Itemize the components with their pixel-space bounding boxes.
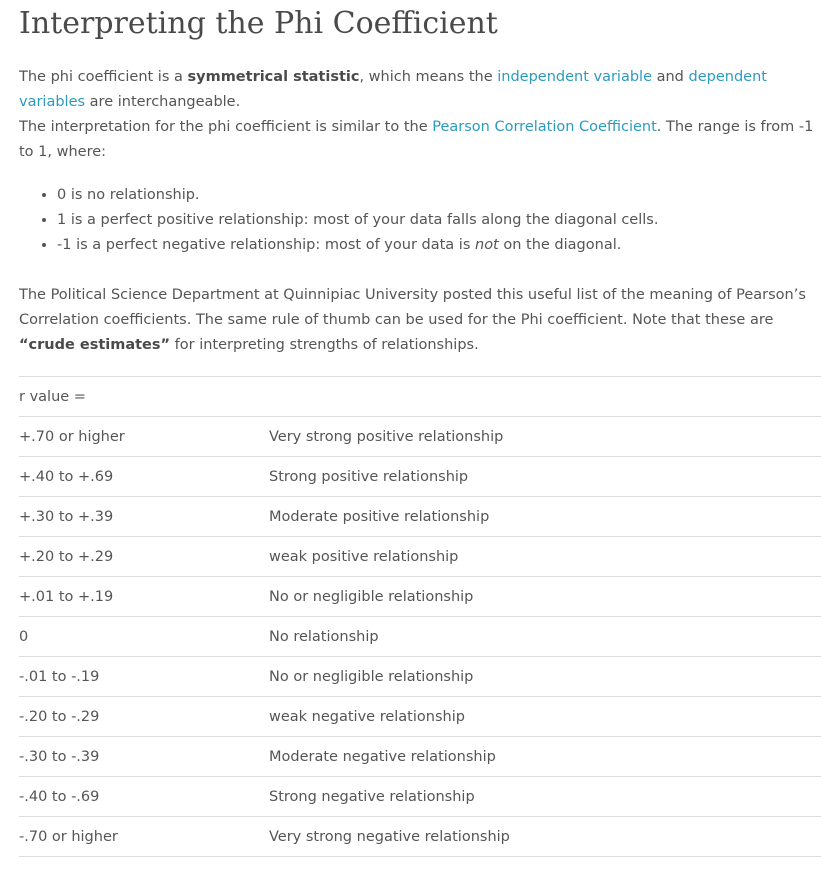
range-cell: -.70 or higher xyxy=(19,816,269,857)
meaning-cell: No relationship xyxy=(269,616,821,657)
list-item: 0 is no relationship. xyxy=(57,183,658,208)
list-item: 1 is a perfect positive relationship: mo… xyxy=(57,208,658,233)
range-cell: -.30 to -.39 xyxy=(19,736,269,777)
table-header-cell: r value = xyxy=(19,376,269,417)
emphasis-not: not xyxy=(475,237,499,253)
intro-paragraph: The phi coefficient is a symmetrical sta… xyxy=(19,65,819,165)
list-item: -1 is a perfect negative relationship: m… xyxy=(57,233,658,258)
range-cell: 0 xyxy=(19,616,269,657)
range-bullet-list: 0 is no relationship. 1 is a perfect pos… xyxy=(19,183,658,258)
meaning-cell: Very strong positive relationship xyxy=(269,416,821,457)
intro-text: The interpretation for the phi coefficie… xyxy=(19,119,433,135)
intro-text: , which means the xyxy=(359,69,498,85)
range-cell: +.40 to +.69 xyxy=(19,456,269,497)
range-cell: -.40 to -.69 xyxy=(19,776,269,817)
list-item-text: -1 is a perfect negative relationship: m… xyxy=(57,237,475,253)
table-row: -.40 to -.69 Strong negative relationship xyxy=(19,776,821,817)
meaning-cell: Strong positive relationship xyxy=(269,456,821,497)
list-item-text: on the diagonal. xyxy=(498,237,622,253)
range-cell: +.70 or higher xyxy=(19,416,269,457)
table-row: +.40 to +.69 Strong positive relationship xyxy=(19,456,821,497)
intro-text: are interchangeable. xyxy=(85,94,241,110)
table-header-cell-empty xyxy=(269,376,821,417)
meaning-cell: Strong negative relationship xyxy=(269,776,821,817)
independent-variable-link[interactable]: independent variable xyxy=(497,69,652,85)
range-cell: +.01 to +.19 xyxy=(19,576,269,617)
range-cell: -.20 to -.29 xyxy=(19,696,269,737)
quinnipiac-paragraph: The Political Science Department at Quin… xyxy=(19,283,819,358)
paragraph-text: for interpreting strengths of relationsh… xyxy=(170,337,479,353)
paragraph-text: The Political Science Department at Quin… xyxy=(19,287,806,328)
table-row: -.70 or higher Very strong negative relat… xyxy=(19,816,821,857)
meaning-cell: No or negligible relationship xyxy=(269,656,821,697)
correlation-table: r value = +.70 or higher Very strong posi… xyxy=(19,376,821,857)
table-row: -.20 to -.29 weak negative relationship xyxy=(19,696,821,737)
meaning-cell: Moderate negative relationship xyxy=(269,736,821,777)
table-row: 0 No relationship xyxy=(19,616,821,657)
crude-estimates-bold: “crude estimates” xyxy=(19,337,171,353)
intro-text: The phi coefficient is a xyxy=(19,69,188,85)
meaning-cell: weak positive relationship xyxy=(269,536,821,577)
intro-text: and xyxy=(652,69,689,85)
table-row: -.01 to -.19 No or negligible relationshi… xyxy=(19,656,821,697)
meaning-cell: weak negative relationship xyxy=(269,696,821,737)
symmetrical-statistic-bold: symmetrical statistic xyxy=(187,69,360,85)
table-header-row: r value = xyxy=(19,376,821,417)
range-cell: -.01 to -.19 xyxy=(19,656,269,697)
meaning-cell: No or negligible relationship xyxy=(269,576,821,617)
table-row: +.30 to +.39 Moderate positive relationsh… xyxy=(19,496,821,537)
meaning-cell: Moderate positive relationship xyxy=(269,496,821,537)
meaning-cell: Very strong negative relationship xyxy=(269,816,821,857)
page-title: Interpreting the Phi Coefficient xyxy=(19,6,498,41)
table-row: +.70 or higher Very strong positive relat… xyxy=(19,416,821,457)
table-row: +.20 to +.29 weak positive relationship xyxy=(19,536,821,577)
table-row: -.30 to -.39 Moderate negative relationsh… xyxy=(19,736,821,777)
range-cell: +.30 to +.39 xyxy=(19,496,269,537)
pearson-correlation-link[interactable]: Pearson Correlation Coefficient xyxy=(432,119,657,135)
table-row: +.01 to +.19 No or negligible relationshi… xyxy=(19,576,821,617)
range-cell: +.20 to +.29 xyxy=(19,536,269,577)
